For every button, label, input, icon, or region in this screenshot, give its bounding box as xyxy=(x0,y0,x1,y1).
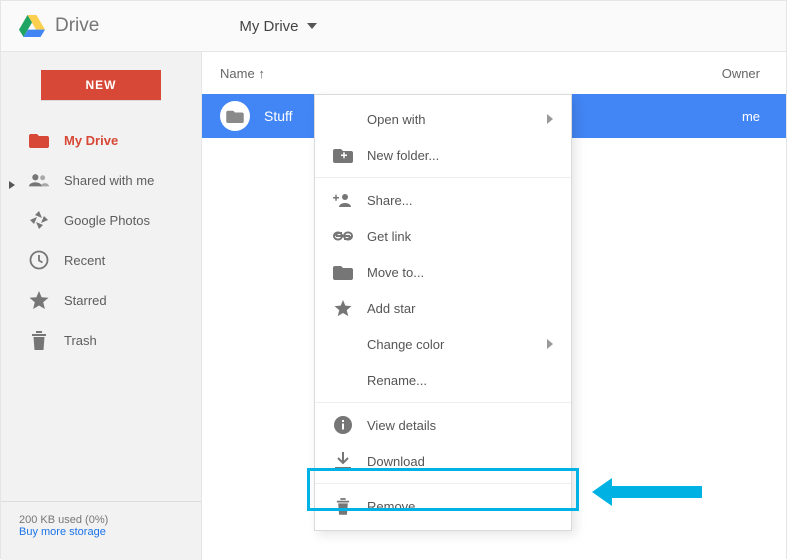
menu-add-star[interactable]: Add star xyxy=(315,290,571,326)
sidebar-item-starred[interactable]: Starred xyxy=(1,280,201,320)
menu-open-with[interactable]: Open with xyxy=(315,101,571,137)
menu-new-folder[interactable]: New folder... xyxy=(315,137,571,173)
menu-share[interactable]: Share... xyxy=(315,182,571,218)
column-headers: Name ↑ Owner xyxy=(202,52,786,94)
folder-icon xyxy=(333,264,353,280)
chevron-right-icon xyxy=(547,114,553,124)
share-icon xyxy=(333,193,353,207)
menu-get-link[interactable]: Get link xyxy=(315,218,571,254)
star-icon xyxy=(29,290,49,310)
header-bar: Drive My Drive xyxy=(1,1,786,52)
menu-label: Move to... xyxy=(367,265,424,280)
menu-label: Download xyxy=(367,454,425,469)
file-owner: me xyxy=(742,109,768,124)
breadcrumb-label: My Drive xyxy=(239,18,298,35)
content-area: Name ↑ Owner Stuff me Open with New fold… xyxy=(202,52,786,560)
sidebar-item-trash[interactable]: Trash xyxy=(1,320,201,360)
clock-icon xyxy=(29,250,49,270)
context-menu: Open with New folder... Share... Get lin… xyxy=(314,94,572,531)
caret-right-icon xyxy=(9,181,15,189)
photos-icon xyxy=(29,210,49,230)
menu-label: Share... xyxy=(367,193,413,208)
link-icon xyxy=(333,231,353,241)
menu-label: New folder... xyxy=(367,148,439,163)
sidebar-item-my-drive[interactable]: My Drive xyxy=(1,120,201,160)
sidebar-nav: My Drive Shared with me Google Photos Re… xyxy=(1,120,201,360)
sidebar-item-label: Starred xyxy=(64,293,107,308)
sidebar: NEW My Drive Shared with me Google Photo… xyxy=(1,52,202,560)
chevron-down-icon xyxy=(307,23,317,29)
menu-rename[interactable]: Rename... xyxy=(315,362,571,398)
drive-logo-icon xyxy=(19,15,45,37)
info-icon xyxy=(333,416,353,434)
menu-label: Remove xyxy=(367,499,415,514)
sidebar-item-photos[interactable]: Google Photos xyxy=(1,200,201,240)
column-owner[interactable]: Owner xyxy=(722,66,768,81)
storage-used-text: 200 KB used (0%) xyxy=(19,514,183,526)
buy-storage-link[interactable]: Buy more storage xyxy=(19,526,106,538)
menu-download[interactable]: Download xyxy=(315,443,571,479)
sidebar-item-recent[interactable]: Recent xyxy=(1,240,201,280)
menu-label: Open with xyxy=(367,112,426,127)
sidebar-item-shared[interactable]: Shared with me xyxy=(1,160,201,200)
menu-move-to[interactable]: Move to... xyxy=(315,254,571,290)
file-name: Stuff xyxy=(264,108,293,124)
menu-remove[interactable]: Remove xyxy=(315,488,571,524)
new-folder-icon xyxy=(333,147,353,163)
sidebar-item-label: Shared with me xyxy=(64,173,154,188)
menu-divider xyxy=(315,483,571,484)
breadcrumb-toolbar: My Drive xyxy=(99,18,316,35)
star-icon xyxy=(333,300,353,317)
column-name[interactable]: Name ↑ xyxy=(220,66,265,81)
download-icon xyxy=(333,452,353,470)
folder-badge xyxy=(220,101,250,131)
storage-info: 200 KB used (0%) Buy more storage xyxy=(1,501,201,550)
menu-label: Change color xyxy=(367,337,444,352)
menu-change-color[interactable]: Change color xyxy=(315,326,571,362)
sidebar-item-label: Recent xyxy=(64,253,105,268)
menu-view-details[interactable]: View details xyxy=(315,407,571,443)
menu-divider xyxy=(315,177,571,178)
main-area: NEW My Drive Shared with me Google Photo… xyxy=(1,52,786,560)
people-icon xyxy=(29,170,49,190)
sidebar-item-label: My Drive xyxy=(64,133,118,148)
chevron-right-icon xyxy=(547,339,553,349)
app-title: Drive xyxy=(55,15,99,37)
menu-divider xyxy=(315,402,571,403)
folder-icon xyxy=(29,130,49,150)
menu-label: View details xyxy=(367,418,436,433)
annotation-arrow-icon xyxy=(592,478,702,506)
trash-icon xyxy=(333,497,353,515)
breadcrumb-my-drive[interactable]: My Drive xyxy=(239,18,316,35)
menu-label: Add star xyxy=(367,301,415,316)
sort-up-icon: ↑ xyxy=(258,66,265,81)
sidebar-item-label: Trash xyxy=(64,333,97,348)
menu-label: Rename... xyxy=(367,373,427,388)
sidebar-item-label: Google Photos xyxy=(64,213,150,228)
new-button[interactable]: NEW xyxy=(41,70,161,100)
logo-area[interactable]: Drive xyxy=(19,15,99,37)
menu-label: Get link xyxy=(367,229,411,244)
trash-icon xyxy=(29,330,49,350)
